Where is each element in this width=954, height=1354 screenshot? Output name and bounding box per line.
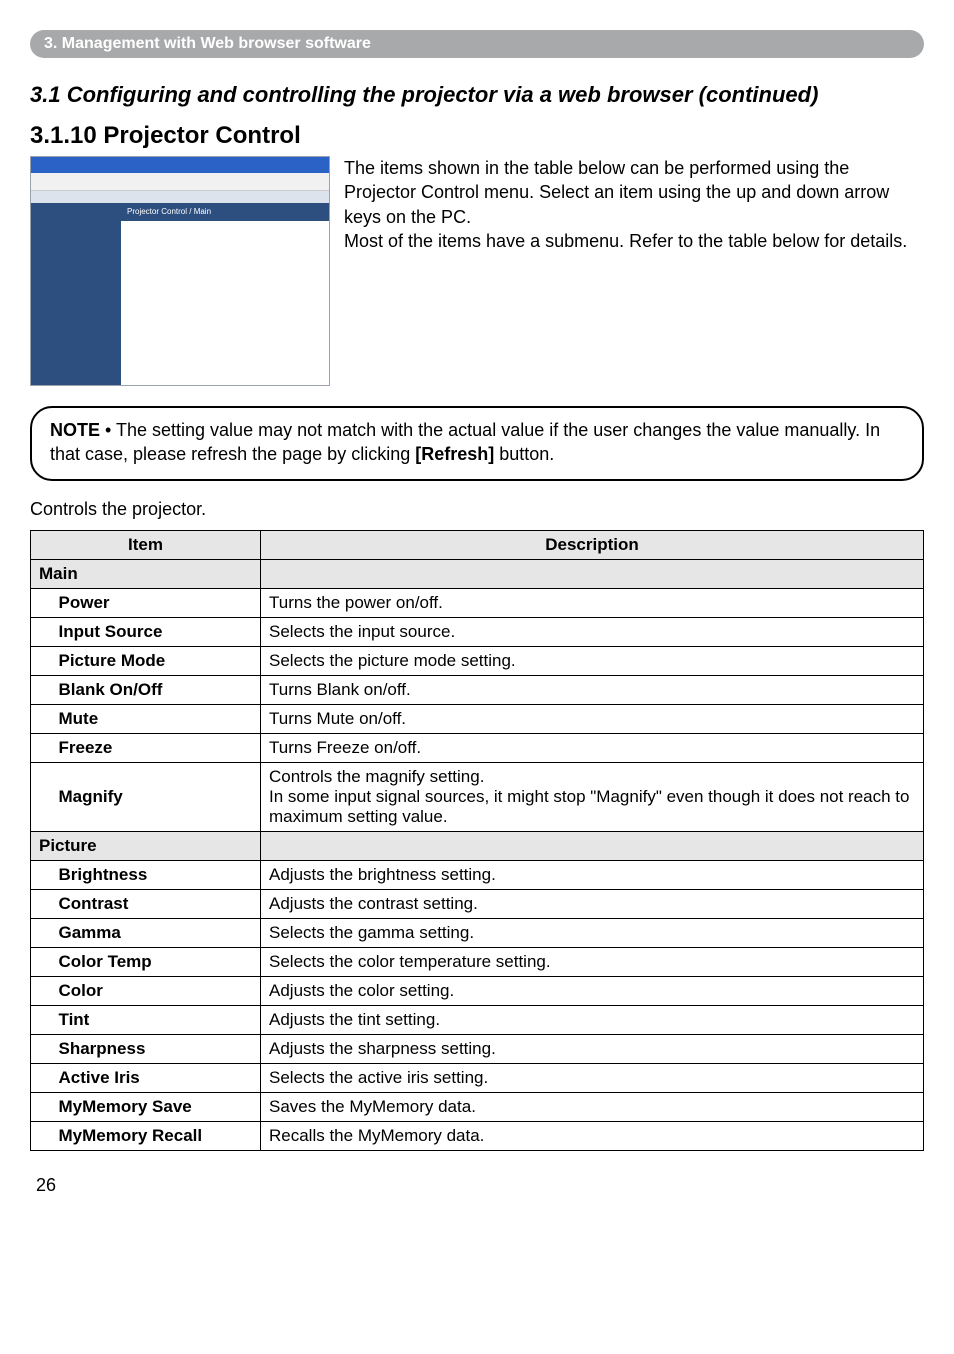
indent-cell xyxy=(31,1005,51,1034)
table-row: MagnifyControls the magnify setting. In … xyxy=(31,762,924,831)
indent-cell xyxy=(31,1034,51,1063)
desc-cell: Selects the picture mode setting. xyxy=(261,646,924,675)
table-row: Color TempSelects the color temperature … xyxy=(31,947,924,976)
item-cell: Input Source xyxy=(51,617,261,646)
desc-cell: Saves the MyMemory data. xyxy=(261,1092,924,1121)
indent-cell xyxy=(31,1063,51,1092)
subsection-title: 3.1.10 Projector Control xyxy=(30,122,924,150)
screenshot-panel-title: Projector Control / Main xyxy=(121,203,329,221)
indent-cell xyxy=(31,646,51,675)
item-cell: Active Iris xyxy=(51,1063,261,1092)
item-cell: Picture Mode xyxy=(51,646,261,675)
indent-cell xyxy=(31,617,51,646)
indent-cell xyxy=(31,588,51,617)
desc-cell: Turns Freeze on/off. xyxy=(261,733,924,762)
item-cell: Sharpness xyxy=(51,1034,261,1063)
note-refresh: [Refresh] xyxy=(415,444,494,464)
item-cell: Gamma xyxy=(51,918,261,947)
indent-cell xyxy=(31,860,51,889)
note-after: button. xyxy=(494,444,554,464)
desc-cell: Turns Mute on/off. xyxy=(261,704,924,733)
th-item: Item xyxy=(31,530,261,559)
item-cell: Freeze xyxy=(51,733,261,762)
indent-cell xyxy=(31,947,51,976)
desc-cell: Controls the magnify setting. In some in… xyxy=(261,762,924,831)
desc-cell: Selects the active iris setting. xyxy=(261,1063,924,1092)
item-cell: Brightness xyxy=(51,860,261,889)
desc-cell: Selects the gamma setting. xyxy=(261,918,924,947)
table-row: Active IrisSelects the active iris setti… xyxy=(31,1063,924,1092)
table-row: FreezeTurns Freeze on/off. xyxy=(31,733,924,762)
desc-cell: Adjusts the color setting. xyxy=(261,976,924,1005)
item-cell: Contrast xyxy=(51,889,261,918)
item-cell: Blank On/Off xyxy=(51,675,261,704)
desc-cell: Turns the power on/off. xyxy=(261,588,924,617)
item-cell: MyMemory Save xyxy=(51,1092,261,1121)
desc-cell: Turns Blank on/off. xyxy=(261,675,924,704)
item-cell: Mute xyxy=(51,704,261,733)
indent-cell xyxy=(31,976,51,1005)
item-cell: MyMemory Recall xyxy=(51,1121,261,1150)
screenshot-projector-control: Projector Control / Main xyxy=(30,156,330,386)
table-row: PowerTurns the power on/off. xyxy=(31,588,924,617)
note-box: NOTE • The setting value may not match w… xyxy=(30,406,924,481)
desc-cell: Recalls the MyMemory data. xyxy=(261,1121,924,1150)
controls-line: Controls the projector. xyxy=(30,499,924,520)
desc-cell: Selects the color temperature setting. xyxy=(261,947,924,976)
item-cell: Tint xyxy=(51,1005,261,1034)
indent-cell xyxy=(31,1121,51,1150)
table-row: BrightnessAdjusts the brightness setting… xyxy=(31,860,924,889)
desc-cell: Selects the input source. xyxy=(261,617,924,646)
table-row: SharpnessAdjusts the sharpness setting. xyxy=(31,1034,924,1063)
table-row: MuteTurns Mute on/off. xyxy=(31,704,924,733)
desc-cell: Adjusts the tint setting. xyxy=(261,1005,924,1034)
th-description: Description xyxy=(261,530,924,559)
item-cell: Color xyxy=(51,976,261,1005)
indent-cell xyxy=(31,704,51,733)
table-row: Picture ModeSelects the picture mode set… xyxy=(31,646,924,675)
page-number: 26 xyxy=(36,1175,924,1196)
group-desc-empty xyxy=(261,831,924,860)
group-picture: Picture xyxy=(31,831,261,860)
controls-table: Item Description MainPowerTurns the powe… xyxy=(30,530,924,1151)
chapter-header: 3. Management with Web browser software xyxy=(30,30,924,58)
table-row: Input SourceSelects the input source. xyxy=(31,617,924,646)
note-label: NOTE xyxy=(50,420,100,440)
indent-cell xyxy=(31,918,51,947)
table-row: MyMemory RecallRecalls the MyMemory data… xyxy=(31,1121,924,1150)
item-cell: Magnify xyxy=(51,762,261,831)
table-row: ContrastAdjusts the contrast setting. xyxy=(31,889,924,918)
desc-cell: Adjusts the brightness setting. xyxy=(261,860,924,889)
section-title: 3.1 Configuring and controlling the proj… xyxy=(30,82,924,108)
desc-cell: Adjusts the sharpness setting. xyxy=(261,1034,924,1063)
intro-text: The items shown in the table below can b… xyxy=(344,156,924,386)
item-cell: Color Temp xyxy=(51,947,261,976)
group-desc-empty xyxy=(261,559,924,588)
table-row: ColorAdjusts the color setting. xyxy=(31,976,924,1005)
indent-cell xyxy=(31,733,51,762)
indent-cell xyxy=(31,889,51,918)
indent-cell xyxy=(31,1092,51,1121)
indent-cell xyxy=(31,675,51,704)
table-row: GammaSelects the gamma setting. xyxy=(31,918,924,947)
indent-cell xyxy=(31,762,51,831)
chapter-header-text: 3. Management with Web browser software xyxy=(44,35,371,53)
table-row: Blank On/OffTurns Blank on/off. xyxy=(31,675,924,704)
group-main: Main xyxy=(31,559,261,588)
table-row: MyMemory SaveSaves the MyMemory data. xyxy=(31,1092,924,1121)
desc-cell: Adjusts the contrast setting. xyxy=(261,889,924,918)
item-cell: Power xyxy=(51,588,261,617)
table-row: TintAdjusts the tint setting. xyxy=(31,1005,924,1034)
